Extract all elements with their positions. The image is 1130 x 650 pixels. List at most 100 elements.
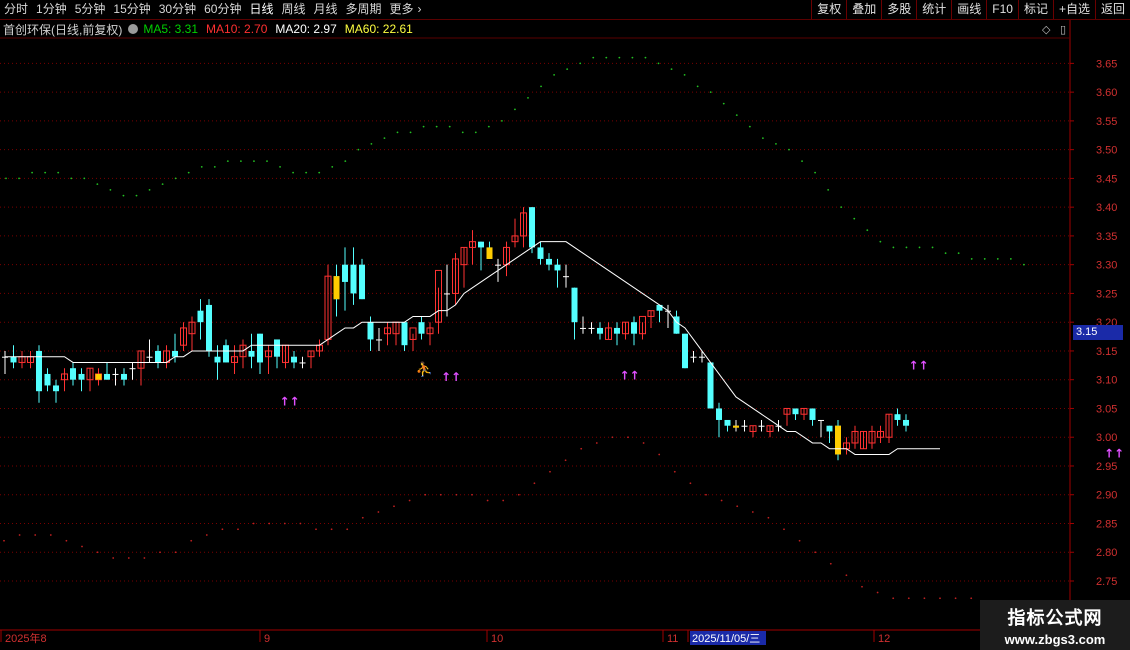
current-price-tag: 3.15: [1073, 325, 1123, 340]
lower-band-dot: [143, 557, 146, 559]
lower-band-dot: [393, 505, 395, 508]
upper-band-dot: [187, 171, 190, 174]
upper-band-dot: [957, 252, 960, 255]
candle-body: [580, 327, 586, 329]
upper-band-dot: [240, 160, 242, 163]
upper-band-dot: [918, 246, 921, 249]
candle-body: [682, 333, 688, 369]
y-tick-label: 3.40: [1096, 202, 1117, 214]
lower-band-dot: [517, 493, 520, 496]
lower-band-dot: [408, 499, 411, 502]
lower-band-dot: [377, 511, 380, 513]
buy-arrow-icon: ↑↑: [909, 358, 929, 372]
upper-band-dot: [801, 160, 803, 163]
candle-body: [716, 408, 722, 420]
lower-band-dot: [299, 522, 302, 525]
signal-candle: [486, 247, 493, 259]
upper-band-dot: [514, 108, 516, 111]
lower-band-dot: [455, 493, 458, 496]
candle-body: [894, 414, 901, 420]
upper-band-dot: [370, 142, 373, 145]
candle-body: [342, 264, 348, 282]
lower-band-dot: [923, 597, 926, 600]
lower-band-dot: [330, 528, 333, 531]
upper-band-dot: [670, 68, 673, 71]
upper-band-dot: [996, 258, 999, 260]
upper-band-dot: [840, 206, 843, 209]
lower-band-dot: [96, 551, 99, 554]
upper-band-dot: [253, 160, 255, 163]
lower-band-dot: [49, 534, 52, 536]
y-tick-label: 3.15: [1096, 346, 1117, 358]
date-label: 2025/11/05/三: [692, 633, 760, 645]
lower-band-dot: [439, 493, 442, 496]
upper-band-dot: [696, 85, 699, 88]
upper-band-dot: [200, 166, 203, 168]
lower-band-dot: [720, 499, 723, 502]
upper-band-dot: [435, 125, 438, 128]
upper-band-dot: [174, 177, 177, 180]
lower-band-dot: [845, 574, 848, 577]
y-tick-label: 3.05: [1096, 403, 1117, 415]
upper-band-dot: [461, 131, 464, 134]
upper-band-dot: [1023, 263, 1025, 266]
upper-band-dot: [83, 177, 86, 180]
upper-band-dot: [44, 171, 47, 174]
candle-body: [44, 373, 51, 386]
upper-band-dot: [931, 246, 934, 249]
upper-band-dot: [57, 171, 60, 174]
y-tick-label: 3.00: [1096, 432, 1117, 444]
lower-band-dot: [876, 591, 879, 594]
upper-band-dot: [618, 56, 621, 59]
lower-band-dot: [174, 551, 177, 554]
lower-band-dot: [861, 585, 863, 588]
upper-band-dot: [788, 148, 790, 151]
upper-band-dot: [148, 189, 151, 191]
upper-band-dot: [540, 85, 542, 88]
y-tick-label: 2.80: [1096, 547, 1117, 559]
candle-body: [197, 310, 204, 323]
upper-band-dot: [357, 148, 360, 151]
candle-body: [903, 419, 909, 426]
lower-band-dot: [283, 522, 286, 525]
candle-body: [376, 339, 382, 341]
candle-body: [121, 373, 127, 380]
lower-band-dot: [736, 505, 739, 508]
upper-band-dot: [396, 131, 399, 134]
candle-body: [588, 327, 595, 329]
candle-body: [758, 425, 765, 427]
upper-band-dot: [683, 73, 686, 76]
upper-band-dot: [18, 177, 20, 180]
candle-body: [690, 356, 697, 358]
lower-band-dot: [361, 516, 364, 519]
upper-band-dot: [527, 96, 529, 99]
candle-body: [359, 264, 365, 300]
candle-body: [172, 350, 178, 357]
candle-body: [537, 247, 544, 259]
date-label: 2025年8: [5, 631, 47, 645]
upper-band-dot: [905, 246, 908, 249]
upper-band-dot: [775, 142, 777, 145]
lower-band-dot: [190, 539, 193, 542]
upper-band-dot: [305, 171, 308, 174]
candle-body: [546, 258, 552, 265]
candle-body: [529, 207, 535, 248]
upper-band-dot: [474, 131, 477, 134]
upper-band-dot: [892, 246, 895, 249]
candle-body: [223, 345, 229, 363]
ma-line: [5, 241, 940, 455]
lower-band-dot: [798, 539, 801, 542]
lower-band-dot: [705, 493, 707, 496]
lower-band-dot: [627, 436, 629, 439]
watermark-url: www.zbgs3.com: [1004, 631, 1106, 647]
upper-band-dot: [31, 171, 33, 174]
candle-body: [104, 373, 110, 380]
buy-arrow-icon: ↑↑: [441, 370, 461, 384]
lower-band-dot: [502, 499, 505, 502]
y-tick-label: 2.75: [1096, 576, 1117, 588]
candle-body: [444, 293, 450, 295]
date-label: 10: [491, 633, 503, 645]
lower-band-dot: [34, 534, 37, 536]
buy-arrow-icon: ↑↑: [620, 369, 640, 383]
lower-band-dot: [689, 482, 692, 485]
